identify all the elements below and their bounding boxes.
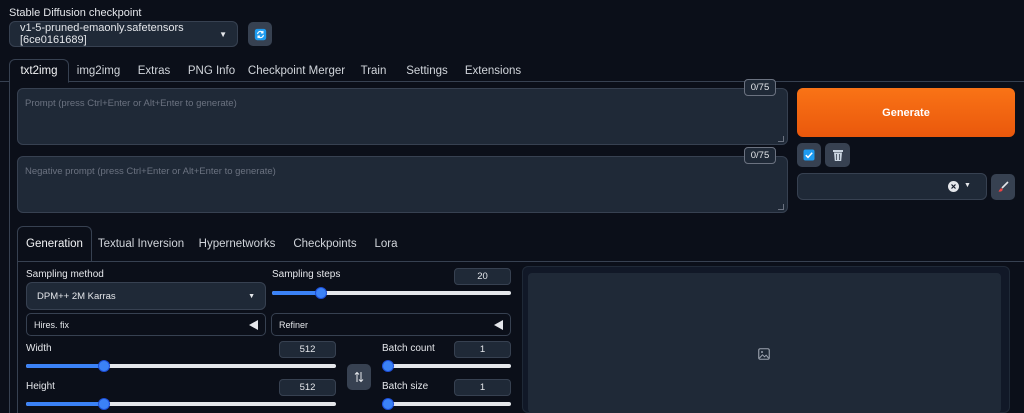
slider-thumb[interactable] — [97, 360, 110, 372]
subtab-lora[interactable]: Lora — [366, 226, 406, 262]
refresh-icon — [254, 28, 266, 40]
apply-style-button[interactable] — [991, 174, 1015, 200]
hires-fix-label: Hires. fix — [34, 319, 70, 330]
refiner-label: Refiner — [279, 319, 309, 330]
generate-button[interactable]: Generate — [797, 88, 1015, 137]
subtab-textual-inversion[interactable]: Textual Inversion — [92, 226, 190, 262]
prompt-placeholder: Prompt (press Ctrl+Enter or Alt+Enter to… — [25, 98, 237, 109]
checkpoint-label: Stable Diffusion checkpoint — [9, 7, 142, 19]
batch-count-slider[interactable] — [382, 360, 511, 372]
close-circle-icon[interactable] — [948, 181, 959, 192]
sampling-method-label: Sampling method — [26, 269, 104, 280]
prompt-input[interactable]: Prompt (press Ctrl+Enter or Alt+Enter to… — [17, 88, 788, 145]
batch-size-slider[interactable] — [382, 398, 511, 410]
height-slider[interactable] — [26, 398, 336, 410]
chevron-down-icon: ▼ — [248, 292, 255, 300]
tab-checkpoint-merger[interactable]: Checkpoint Merger — [243, 59, 350, 82]
batch-size-label: Batch size — [382, 381, 429, 392]
swap-dimensions-button[interactable] — [347, 364, 371, 390]
batch-count-input[interactable]: 1 — [454, 341, 511, 358]
tab-png-info[interactable]: PNG Info — [180, 59, 243, 82]
tab-txt2img[interactable]: txt2img — [9, 59, 69, 83]
prompt-token-counter: 0/75 — [744, 79, 776, 96]
slider-thumb[interactable] — [315, 287, 328, 299]
refresh-checkpoint-button[interactable] — [248, 22, 272, 46]
tab-settings[interactable]: Settings — [397, 59, 457, 82]
subtab-hypernetworks[interactable]: Hypernetworks — [190, 226, 284, 262]
swap-icon — [354, 371, 364, 383]
resize-handle-icon[interactable] — [778, 204, 784, 210]
negative-prompt-token-counter: 0/75 — [744, 147, 776, 164]
sampling-steps-input[interactable]: 20 — [454, 268, 511, 285]
sampling-method-value: DPM++ 2M Karras — [37, 290, 116, 302]
batch-size-input[interactable]: 1 — [454, 379, 511, 396]
clear-prompt-button[interactable] — [825, 143, 850, 167]
chevron-down-icon: ▼ — [964, 182, 971, 189]
negative-prompt-placeholder: Negative prompt (press Ctrl+Enter or Alt… — [25, 166, 276, 177]
sampling-method-dropdown[interactable]: DPM++ 2M Karras ▼ — [26, 282, 266, 310]
height-input[interactable]: 512 — [279, 379, 336, 396]
tab-train[interactable]: Train — [350, 59, 397, 82]
height-label: Height — [26, 381, 55, 392]
sampling-steps-slider[interactable] — [272, 287, 511, 299]
checkpoint-dropdown[interactable]: v1-5-pruned-emaonly.safetensors [6ce0161… — [9, 21, 238, 47]
paste-params-button[interactable] — [797, 143, 821, 167]
image-preview-area[interactable] — [528, 273, 1001, 413]
slider-fill — [272, 291, 322, 295]
image-icon — [758, 348, 770, 360]
slider-thumb[interactable] — [382, 360, 394, 372]
negative-prompt-input[interactable]: Negative prompt (press Ctrl+Enter or Alt… — [17, 156, 788, 213]
chevron-down-icon: ▼ — [219, 29, 227, 39]
slider-fill — [26, 402, 104, 406]
tab-extensions[interactable]: Extensions — [457, 59, 529, 82]
width-slider[interactable] — [26, 360, 336, 372]
width-input[interactable]: 512 — [279, 341, 336, 358]
tab-img2img[interactable]: img2img — [69, 59, 128, 82]
slider-fill — [26, 364, 104, 368]
refiner-accordion[interactable]: Refiner — [271, 313, 511, 336]
resize-handle-icon[interactable] — [778, 136, 784, 142]
subtab-generation[interactable]: Generation — [17, 226, 92, 262]
paintbrush-icon — [998, 181, 1009, 192]
tab-extras[interactable]: Extras — [128, 59, 180, 82]
checkbox-icon — [803, 149, 815, 161]
checkpoint-value: v1-5-pruned-emaonly.safetensors [6ce0161… — [20, 22, 184, 46]
slider-thumb[interactable] — [97, 398, 110, 410]
subtab-checkpoints[interactable]: Checkpoints — [284, 226, 366, 262]
sampling-steps-label: Sampling steps — [272, 269, 341, 280]
collapse-triangle-icon — [249, 319, 258, 330]
hires-fix-accordion[interactable]: Hires. fix — [26, 313, 266, 336]
width-label: Width — [26, 343, 52, 354]
styles-dropdown[interactable]: ▼ — [797, 173, 987, 200]
collapse-triangle-icon — [494, 319, 503, 330]
trash-icon — [832, 149, 843, 161]
slider-thumb[interactable] — [382, 398, 394, 410]
batch-count-label: Batch count — [382, 343, 435, 354]
